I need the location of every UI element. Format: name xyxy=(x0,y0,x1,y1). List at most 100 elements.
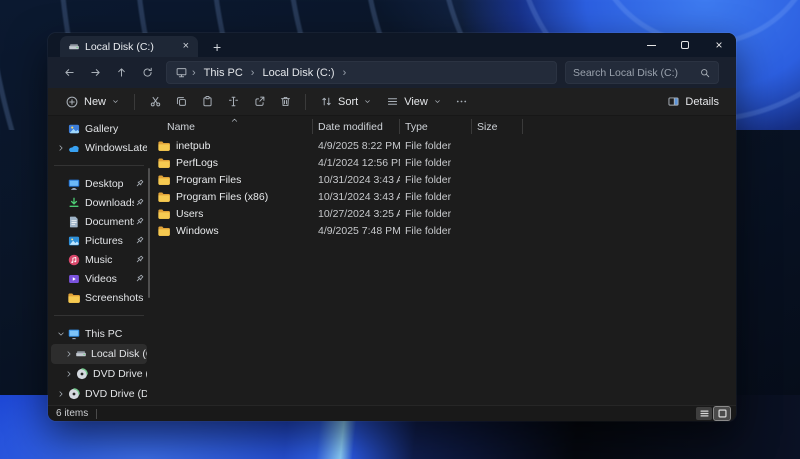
sidebar-item-local-disk-c[interactable]: Local Disk (C:) xyxy=(51,344,147,364)
file-row-program-files-x86[interactable]: Program Files (x86)10/31/2024 3:43 AMFil… xyxy=(150,188,736,205)
more-button[interactable] xyxy=(449,92,475,111)
breadcrumb-chevron-icon[interactable]: › xyxy=(341,67,349,79)
details-pane-button[interactable]: Details xyxy=(660,92,726,111)
maximize-icon xyxy=(681,41,689,49)
address-bar[interactable]: ›This PC›Local Disk (C:)› xyxy=(166,61,557,84)
search-box[interactable] xyxy=(565,61,719,84)
file-date-modified: 10/31/2024 3:43 AM xyxy=(313,191,400,203)
breadcrumb-chevron-icon[interactable]: › xyxy=(190,67,198,79)
tab-local-disk[interactable]: Local Disk (C:) × xyxy=(60,36,198,57)
chevron-down-icon[interactable] xyxy=(54,329,67,339)
desktop-icon xyxy=(67,177,81,191)
sidebar-separator xyxy=(54,315,144,316)
tab-close-icon[interactable]: × xyxy=(180,40,192,53)
sidebar-item-music[interactable]: Music xyxy=(51,250,147,269)
delete-button[interactable] xyxy=(272,92,298,111)
file-type: File folder xyxy=(400,174,472,186)
paste-button[interactable] xyxy=(194,92,220,111)
chevron-right-icon[interactable] xyxy=(54,389,67,399)
sidebar-item-downloads[interactable]: Downloads xyxy=(51,193,147,212)
plus-circle-icon xyxy=(65,95,79,109)
view-icon xyxy=(386,95,399,108)
copy-button[interactable] xyxy=(168,92,194,111)
breadcrumb-item-this-pc[interactable]: This PC xyxy=(200,66,247,80)
pin-icon xyxy=(134,216,145,227)
sidebar-item-windowslatest[interactable]: WindowsLatest xyxy=(51,138,147,157)
delete-icon xyxy=(279,95,292,108)
dvd-icon xyxy=(67,387,81,401)
file-type: File folder xyxy=(400,140,472,152)
sidebar-item-documents[interactable]: Documents xyxy=(51,212,147,231)
details-view-toggle[interactable] xyxy=(696,407,712,420)
sidebar-item-this-pc[interactable]: This PC xyxy=(51,324,147,344)
chevron-right-icon[interactable] xyxy=(62,369,75,379)
forward-button[interactable] xyxy=(82,61,108,85)
share-icon xyxy=(253,95,266,108)
sidebar-separator xyxy=(54,165,144,166)
column-header-size[interactable]: Size xyxy=(472,119,523,134)
drive-icon xyxy=(75,348,87,360)
up-button[interactable] xyxy=(108,61,134,85)
refresh-button[interactable] xyxy=(134,61,160,85)
sort-button[interactable]: Sort xyxy=(313,92,379,111)
file-type: File folder xyxy=(400,157,472,169)
file-row-users[interactable]: Users10/27/2024 3:25 AMFile folder xyxy=(150,205,736,222)
cut-icon xyxy=(149,95,162,108)
pin-icon xyxy=(134,197,145,208)
sidebar-item-pictures[interactable]: Pictures xyxy=(51,231,147,250)
large-icons-view-toggle[interactable] xyxy=(714,407,730,420)
document-icon xyxy=(67,215,81,229)
file-row-windows[interactable]: Windows4/9/2025 7:48 PMFile folder xyxy=(150,222,736,239)
sidebar-item-dvd-drive-d-c[interactable]: DVD Drive (D:) C xyxy=(51,384,147,404)
chevron-right-icon[interactable] xyxy=(54,143,67,153)
tab-title: Local Disk (C:) xyxy=(85,41,175,53)
caret-down-icon xyxy=(111,97,120,106)
file-row-inetpub[interactable]: inetpub4/9/2025 8:22 PMFile folder xyxy=(150,137,736,154)
new-button[interactable]: New xyxy=(58,92,127,112)
sidebar-item-label: Desktop xyxy=(85,178,134,190)
back-button[interactable] xyxy=(56,61,82,85)
file-name: Users xyxy=(176,208,203,220)
copy-icon xyxy=(175,95,188,108)
share-button[interactable] xyxy=(246,92,272,111)
search-icon xyxy=(699,67,711,79)
chevron-right-icon[interactable] xyxy=(62,349,75,359)
search-input[interactable] xyxy=(573,67,699,79)
maximize-button[interactable] xyxy=(668,33,702,57)
file-name: inetpub xyxy=(176,140,210,152)
column-header-type[interactable]: Type xyxy=(400,119,472,134)
close-button[interactable]: × xyxy=(702,33,736,57)
minimize-button[interactable] xyxy=(634,33,668,57)
new-tab-button[interactable]: + xyxy=(208,40,226,54)
file-date-modified: 10/27/2024 3:25 AM xyxy=(313,208,400,220)
column-header-date-modified[interactable]: Date modified xyxy=(313,119,400,134)
caret-down-icon xyxy=(363,97,372,106)
videos-icon xyxy=(67,272,81,286)
sidebar-item-dvd-drive-d[interactable]: DVD Drive (D:) xyxy=(51,364,147,384)
breadcrumb-chevron-icon[interactable]: › xyxy=(249,67,257,79)
sidebar-item-desktop[interactable]: Desktop xyxy=(51,174,147,193)
command-bar: New SortView Details xyxy=(48,88,736,116)
rename-button[interactable] xyxy=(220,92,246,111)
cut-button[interactable] xyxy=(142,92,168,111)
sidebar-item-videos[interactable]: Videos xyxy=(51,269,147,288)
view-button[interactable]: View xyxy=(379,92,449,111)
column-header-row: NameDate modifiedTypeSize xyxy=(150,118,736,135)
desktop: Local Disk (C:) × + × ›This PC›Local Dis… xyxy=(0,0,800,459)
sidebar-item-label: DVD Drive (D:) C xyxy=(85,388,147,400)
sidebar-scrollbar[interactable] xyxy=(148,168,150,298)
drive-icon xyxy=(68,41,80,53)
explorer-body: GalleryWindowsLatest Desktop Downloads Docu… xyxy=(48,116,736,405)
title-bar: Local Disk (C:) × + × xyxy=(48,33,736,57)
file-row-program-files[interactable]: Program Files10/31/2024 3:43 AMFile fold… xyxy=(150,171,736,188)
computer-icon xyxy=(67,327,81,341)
sidebar-item-label: Downloads xyxy=(85,197,134,209)
file-row-perflogs[interactable]: PerfLogs4/1/2024 12:56 PMFile folder xyxy=(150,154,736,171)
gallery-icon xyxy=(67,122,81,136)
breadcrumb-item-local-disk-c[interactable]: Local Disk (C:) xyxy=(258,66,338,80)
sidebar-item-screenshots[interactable]: Screenshots xyxy=(51,288,147,307)
navigation-pane: GalleryWindowsLatest Desktop Downloads Docu… xyxy=(48,116,150,405)
sidebar-item-gallery[interactable]: Gallery xyxy=(51,119,147,138)
folder-icon xyxy=(157,224,171,238)
file-type: File folder xyxy=(400,225,472,237)
